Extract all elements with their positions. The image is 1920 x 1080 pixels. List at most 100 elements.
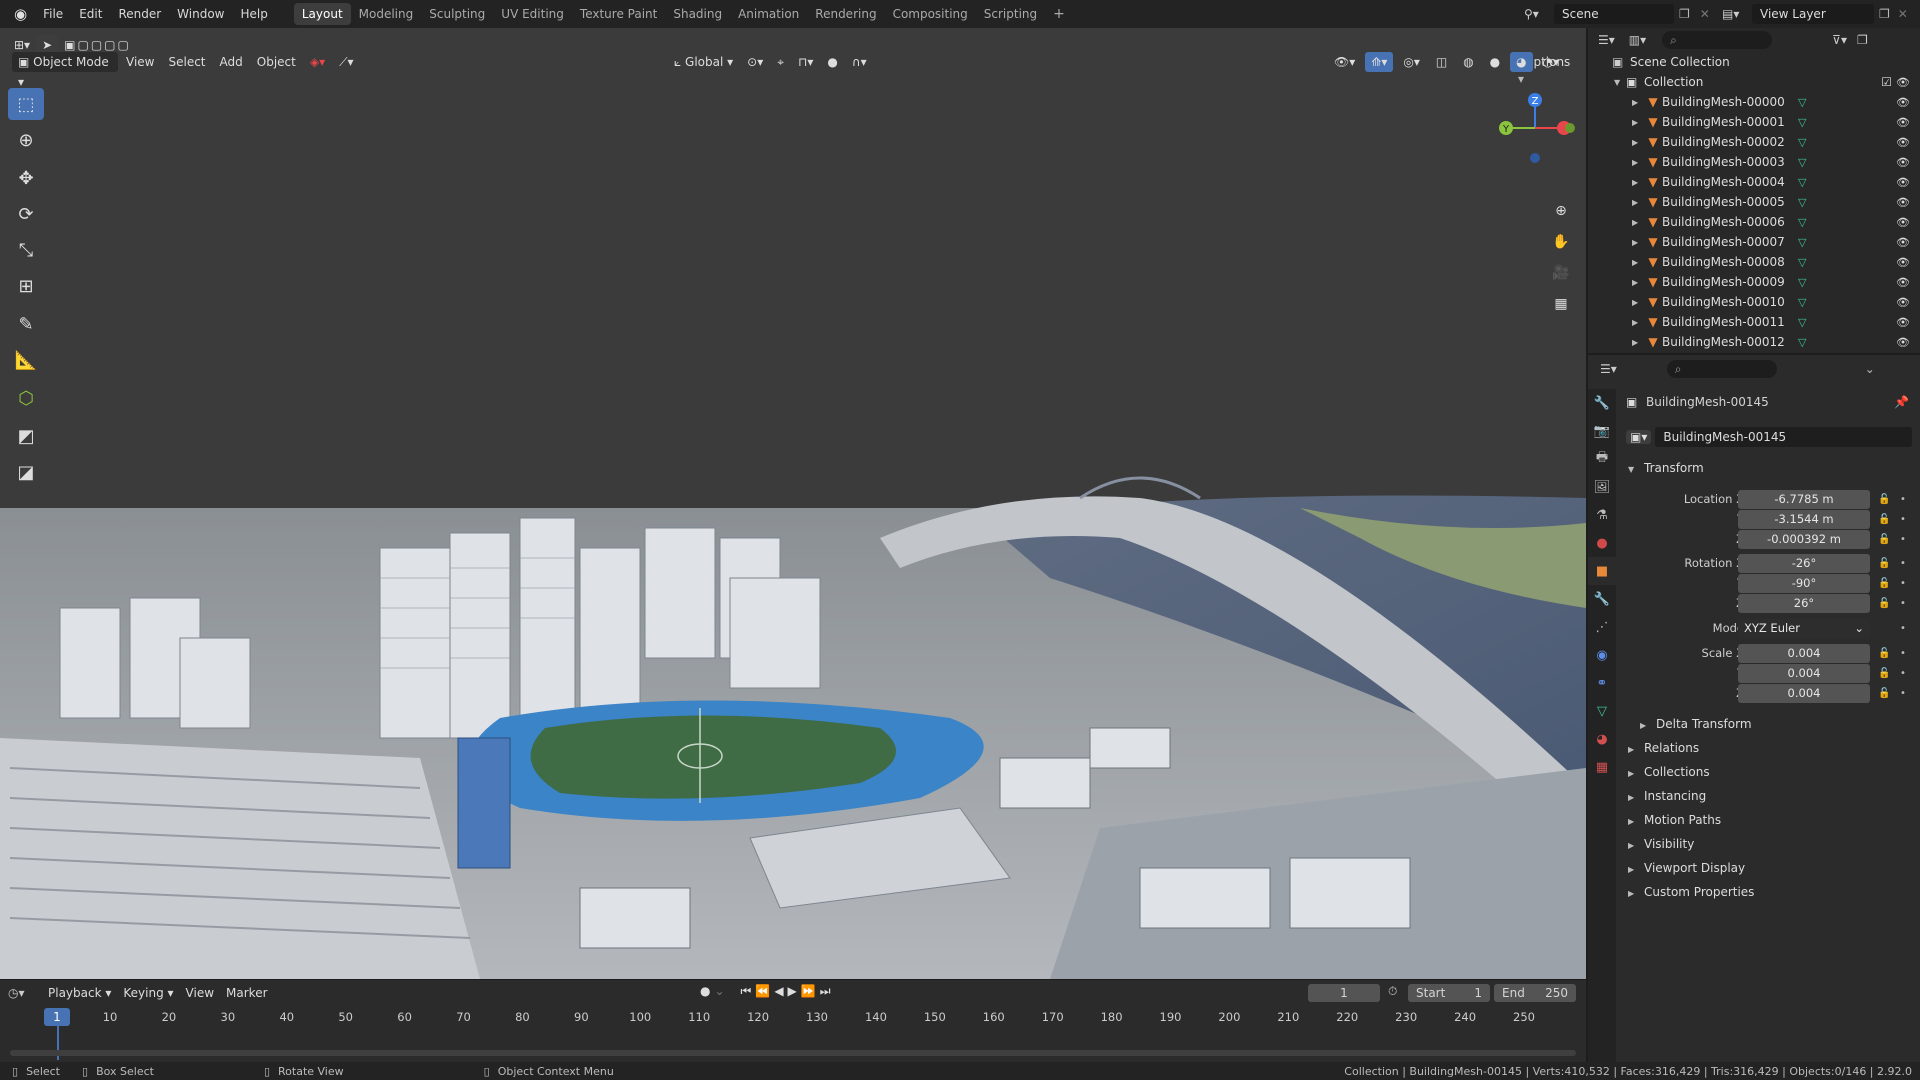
expand-arrow-icon[interactable]: ▶ [1632,158,1644,167]
rotation-y-field[interactable]: -90° [1738,574,1870,593]
menu-object[interactable]: Object [251,52,302,72]
particles-tab-icon[interactable]: ⋰ [1588,613,1616,641]
location-x-field[interactable]: -6.7785 m [1738,490,1870,509]
tab-modeling[interactable]: Modeling [351,3,422,25]
snap-target-icon[interactable]: ⊓▾ [792,52,819,72]
tab-scripting[interactable]: Scripting [976,3,1045,25]
lock-icon[interactable]: 🔓 [1878,594,1890,613]
scene-name-field[interactable]: Scene [1554,4,1674,24]
new-view-layer-icon[interactable]: ❐ [1874,7,1895,21]
section-header-custom-properties[interactable]: ▶ Custom Properties [1628,881,1754,903]
eye-icon[interactable]: 👁 [1896,316,1910,329]
outliner-item[interactable]: ▶ ▼ BuildingMesh-00000 ▽ 👁 [1588,92,1920,112]
mesh-data-icon[interactable]: ▽ [1798,136,1806,149]
tab-rendering[interactable]: Rendering [807,3,884,25]
eye-icon[interactable]: 👁 [1896,336,1910,349]
tab-compositing[interactable]: Compositing [885,3,976,25]
lock-icon[interactable]: 🔓 [1878,510,1890,529]
frame-ruler[interactable]: 1 10 20 30 40 50 60 70 80 90 100 110 120 130 140 150 16… [0,1006,1586,1026]
proportional-edit-icon[interactable]: ● [821,52,843,72]
jump-start-icon[interactable]: ⏮ [741,984,752,999]
outliner-item[interactable]: ▶ ▼ BuildingMesh-00010 ▽ 👁 [1588,292,1920,312]
snap-icon[interactable]: ⌖ [771,52,790,72]
expand-arrow-icon[interactable]: ▶ [1632,298,1644,307]
eye-icon[interactable]: 👁 [1896,236,1910,249]
pin-icon[interactable]: 📌 [1894,395,1909,409]
mesh-data-icon[interactable]: ▽ [1798,196,1806,209]
menu-edit[interactable]: Edit [71,0,110,28]
eye-icon[interactable]: 👁 [1896,196,1910,209]
visibility-icon[interactable]: 👁▾ [1328,52,1361,72]
measure-tool-icon[interactable]: 📐 [8,344,44,376]
grid-perspective-icon[interactable]: ▦ [1548,291,1574,317]
keyframe-dot-icon[interactable]: • [1900,574,1906,593]
location-y-field[interactable]: -3.1544 m [1738,510,1870,529]
outliner-item[interactable]: ▶ ▼ BuildingMesh-00008 ▽ 👁 [1588,252,1920,272]
mesh-data-icon[interactable]: ▽ [1798,256,1806,269]
menu-timeline-view[interactable]: View [180,983,220,1003]
eye-icon[interactable]: 👁 [1896,96,1910,109]
rotate-tool-icon[interactable]: ⟳ [8,198,44,230]
blender-logo-icon[interactable]: ◉ [6,5,35,23]
location-z-field[interactable]: -0.000392 m [1738,530,1870,549]
scene-icon[interactable]: ⚲▾ [1524,7,1554,21]
rotation-x-field[interactable]: -26° [1738,554,1870,573]
view-layer-icon[interactable]: ▤▾ [1722,7,1752,21]
cursor-tool-icon[interactable]: ⊕ [8,124,44,156]
gizmo-neg-y[interactable] [1565,123,1575,133]
lock-icon[interactable]: 🔓 [1878,554,1890,573]
xray-icon[interactable]: ◫ [1430,52,1453,72]
mesh-data-icon[interactable]: ▽ [1798,96,1806,109]
tab-sculpting[interactable]: Sculpting [421,3,493,25]
outliner-item[interactable]: ▶ ▼ BuildingMesh-00007 ▽ 👁 [1588,232,1920,252]
datablock-name-field[interactable]: BuildingMesh-00145 [1655,427,1912,447]
datablock-type-icon[interactable]: ▣▾ [1626,430,1652,444]
shading-material-icon[interactable]: ◕ [1510,52,1533,72]
pan-hand-icon[interactable]: ✋ [1548,229,1574,255]
lock-icon[interactable]: 🔓 [1878,644,1890,663]
eye-icon[interactable]: 👁 [1896,136,1910,149]
tab-animation[interactable]: Animation [730,3,807,25]
section-header-collections[interactable]: ▶ Collections [1628,761,1710,783]
expand-arrow-icon[interactable]: ▶ [1632,258,1644,267]
current-frame-indicator[interactable]: 1 [44,1008,70,1026]
object-tab-icon[interactable]: ■ [1588,557,1616,585]
mesh-data-icon[interactable]: ▽ [1798,296,1806,309]
menu-help[interactable]: Help [233,0,276,28]
lock-icon[interactable]: 🔓 [1878,530,1890,549]
annotate-tool-icon[interactable]: ✎ [8,308,44,340]
eye-icon[interactable]: 👁 [1896,256,1910,269]
overlay-icon[interactable]: ◎▾ [1397,52,1426,72]
record-icon[interactable]: ● [700,984,710,999]
scene-collection-row[interactable]: ▣ Scene Collection [1588,52,1920,72]
keyframe-dot-icon[interactable]: • [1900,619,1906,638]
properties-search-input[interactable]: ⌕ [1666,360,1777,378]
collection-row[interactable]: ▼ ▣ Collection ☑ 👁 [1588,72,1920,92]
expand-arrow-icon[interactable]: ▶ [1632,238,1644,247]
jump-keyframe-back-icon[interactable]: ⏪ [755,984,770,999]
current-frame-field[interactable]: 1 [1308,984,1380,1002]
mesh-data-icon[interactable]: ▽ [1798,236,1806,249]
stopwatch-icon[interactable]: ⏱ [1388,984,1397,999]
shading-wireframe-icon[interactable]: ◍ [1457,52,1479,72]
tab-texture-paint[interactable]: Texture Paint [572,3,665,25]
texture-tab-icon[interactable]: ▦ [1588,753,1616,781]
delete-scene-icon[interactable]: ✕ [1695,7,1715,21]
transform-orientation-dropdown[interactable]: ⟀ Global ▾ [668,52,739,72]
eye-icon[interactable]: 👁 [1896,176,1910,189]
physics-tab-icon[interactable]: ◉ [1588,641,1616,669]
select-box-tool-icon[interactable]: ⬚ [8,88,44,120]
checkbox-icon[interactable]: ☑ [1881,75,1892,89]
auto-key-dropdown-icon[interactable]: ⌄ [714,984,724,999]
gizmo-toggle-icon[interactable]: ⟰▾ [1365,52,1394,72]
menu-add[interactable]: Add [214,52,249,72]
outliner-item[interactable]: ▶ ▼ BuildingMesh-00002 ▽ 👁 [1588,132,1920,152]
lock-icon[interactable]: 🔓 [1878,684,1890,703]
mesh-filter-icon[interactable]: ◈▾ [304,52,331,72]
keyframe-dot-icon[interactable]: • [1900,554,1906,573]
eye-icon[interactable]: 👁 [1896,276,1910,289]
expand-arrow-icon[interactable]: ▶ [1632,118,1644,127]
tab-shading[interactable]: Shading [665,3,730,25]
menu-file[interactable]: File [35,0,71,28]
gizmo-neg-z[interactable] [1530,153,1540,163]
